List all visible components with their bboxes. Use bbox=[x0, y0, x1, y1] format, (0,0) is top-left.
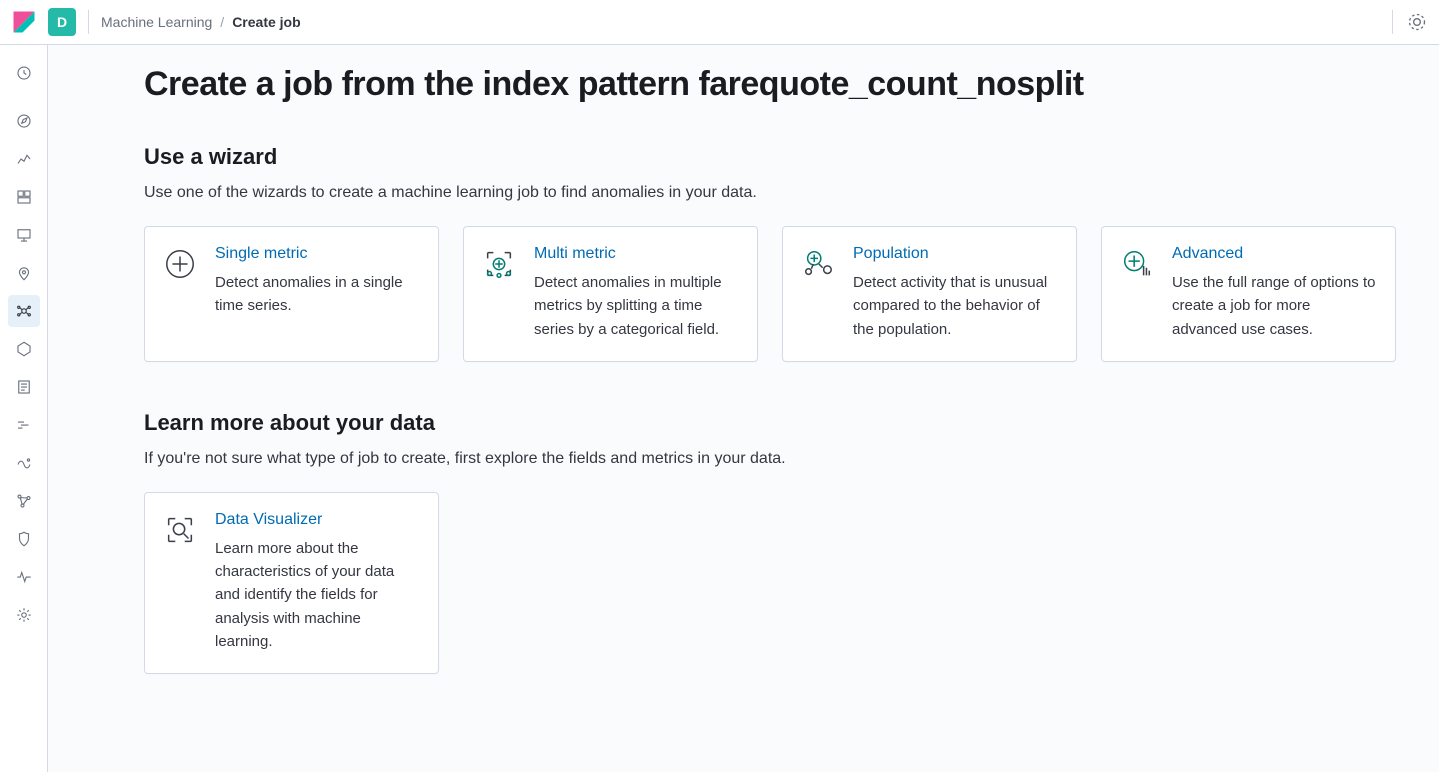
sidebar-item-visualize[interactable] bbox=[8, 143, 40, 175]
card-title: Advanced bbox=[1172, 245, 1377, 263]
space-initial: D bbox=[57, 14, 67, 30]
sidebar-item-logs[interactable] bbox=[8, 371, 40, 403]
learn-card-grid: Data Visualizer Learn more about the cha… bbox=[144, 492, 1396, 674]
app-header: D Machine Learning / Create job bbox=[0, 0, 1439, 45]
multi-metric-icon bbox=[482, 247, 516, 281]
sidebar-item-infrastructure[interactable] bbox=[8, 333, 40, 365]
wizard-card-multi-metric[interactable]: Multi metric Detect anomalies in multipl… bbox=[463, 226, 758, 362]
sidebar-item-dashboard[interactable] bbox=[8, 181, 40, 213]
section-title-learn: Learn more about your data bbox=[144, 410, 1396, 436]
card-title: Population bbox=[853, 245, 1058, 263]
card-title: Single metric bbox=[215, 245, 420, 263]
breadcrumb: Machine Learning / Create job bbox=[101, 14, 301, 30]
app-sidebar bbox=[0, 45, 48, 772]
sidebar-item-monitoring[interactable] bbox=[8, 561, 40, 593]
card-description: Use the full range of options to create … bbox=[1172, 271, 1377, 341]
breadcrumb-separator: / bbox=[220, 14, 224, 30]
app-body: Create a job from the index pattern fare… bbox=[0, 45, 1439, 772]
card-description: Detect anomalies in a single time series… bbox=[215, 271, 420, 318]
breadcrumb-current: Create job bbox=[232, 14, 300, 30]
wizard-card-grid: Single metric Detect anomalies in a sing… bbox=[144, 226, 1396, 362]
sidebar-item-maps[interactable] bbox=[8, 257, 40, 289]
sidebar-item-graph[interactable] bbox=[8, 485, 40, 517]
sidebar-item-siem[interactable] bbox=[8, 523, 40, 555]
section-description-wizard: Use one of the wizards to create a machi… bbox=[144, 184, 1396, 202]
sidebar-item-recent[interactable] bbox=[8, 57, 40, 89]
card-description: Detect anomalies in multiple metrics by … bbox=[534, 271, 739, 341]
card-description: Learn more about the characteristics of … bbox=[215, 537, 420, 653]
card-body: Single metric Detect anomalies in a sing… bbox=[215, 245, 420, 318]
wizard-card-single-metric[interactable]: Single metric Detect anomalies in a sing… bbox=[144, 226, 439, 362]
sidebar-item-canvas[interactable] bbox=[8, 219, 40, 251]
data-visualizer-icon bbox=[163, 513, 197, 547]
sidebar-item-apm[interactable] bbox=[8, 409, 40, 441]
content-container: Create a job from the index pattern fare… bbox=[120, 65, 1420, 674]
space-selector[interactable]: D bbox=[48, 8, 76, 36]
sidebar-item-management[interactable] bbox=[8, 599, 40, 631]
section-title-wizard: Use a wizard bbox=[144, 144, 1396, 170]
population-icon bbox=[801, 247, 835, 281]
sidebar-item-uptime[interactable] bbox=[8, 447, 40, 479]
breadcrumb-parent[interactable]: Machine Learning bbox=[101, 14, 212, 30]
card-title: Multi metric bbox=[534, 245, 739, 263]
sidebar-item-discover[interactable] bbox=[8, 105, 40, 137]
header-divider bbox=[88, 10, 89, 34]
card-body: Population Detect activity that is unusu… bbox=[853, 245, 1058, 341]
section-description-learn: If you're not sure what type of job to c… bbox=[144, 450, 1396, 468]
kibana-logo-icon[interactable] bbox=[12, 10, 36, 34]
sidebar-item-machine-learning[interactable] bbox=[8, 295, 40, 327]
card-body: Advanced Use the full range of options t… bbox=[1172, 245, 1377, 341]
help-icon[interactable] bbox=[1407, 12, 1427, 32]
header-left: D Machine Learning / Create job bbox=[0, 8, 301, 36]
card-title: Data Visualizer bbox=[215, 511, 420, 529]
advanced-icon bbox=[1120, 247, 1154, 281]
card-description: Detect activity that is unusual compared… bbox=[853, 271, 1058, 341]
learn-card-data-visualizer[interactable]: Data Visualizer Learn more about the cha… bbox=[144, 492, 439, 674]
single-metric-icon bbox=[163, 247, 197, 281]
main-content: Create a job from the index pattern fare… bbox=[48, 45, 1439, 772]
card-body: Multi metric Detect anomalies in multipl… bbox=[534, 245, 739, 341]
card-body: Data Visualizer Learn more about the cha… bbox=[215, 511, 420, 653]
page-title: Create a job from the index pattern fare… bbox=[144, 65, 1396, 104]
wizard-card-population[interactable]: Population Detect activity that is unusu… bbox=[782, 226, 1077, 362]
wizard-card-advanced[interactable]: Advanced Use the full range of options t… bbox=[1101, 226, 1396, 362]
header-divider bbox=[1392, 10, 1393, 34]
header-right bbox=[1392, 10, 1427, 34]
